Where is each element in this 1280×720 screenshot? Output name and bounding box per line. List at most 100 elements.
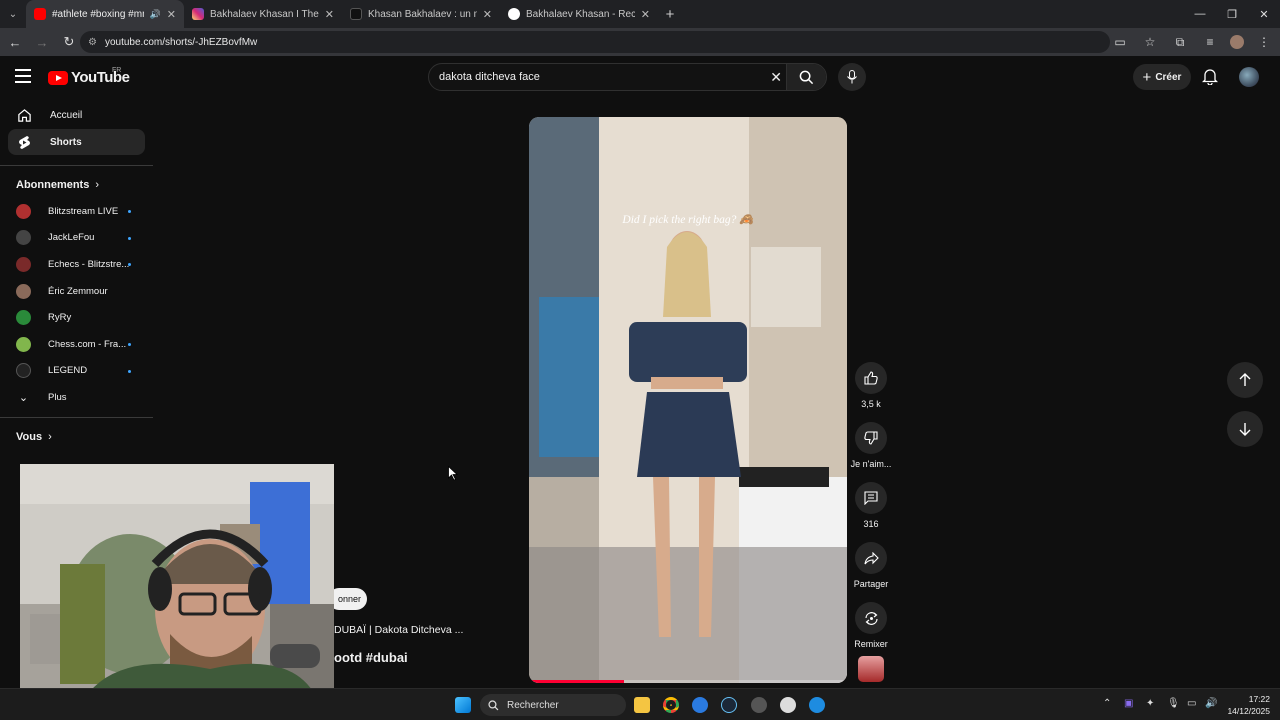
media-controls-icon[interactable]: ≡ <box>1200 32 1220 52</box>
like-button[interactable] <box>855 362 887 394</box>
window-controls: — ❐ ✕ <box>1184 0 1280 28</box>
you-header[interactable]: Vous › <box>0 424 153 450</box>
video-title[interactable]: DUBAÏ | Dakota Ditcheva ... <box>334 624 463 636</box>
video-progress-fill <box>529 680 625 683</box>
dislike-action: Je n'aim... <box>849 422 893 469</box>
arrow-down-icon <box>1239 423 1251 436</box>
url-field[interactable]: ⚙ youtube.com/shorts/-JhEZBovfMw <box>80 31 1110 53</box>
taskbar-search[interactable]: Rechercher <box>480 694 626 716</box>
search-box[interactable]: dakota ditcheva face ✕ <box>428 63 827 91</box>
previous-short-button[interactable] <box>1227 362 1263 398</box>
tray-app-icon[interactable]: ✦ <box>1146 698 1154 709</box>
app-icon[interactable] <box>692 697 708 713</box>
subscription-item[interactable]: Chess.com - Fra... <box>0 331 153 358</box>
steam-icon[interactable] <box>721 697 737 713</box>
tray-mic-icon[interactable]: 🎙 <box>1167 698 1180 709</box>
system-clock[interactable]: 17:22 14/12/2025 <box>1227 693 1270 717</box>
url-text: youtube.com/shorts/-JhEZBovfMw <box>104 36 258 48</box>
sidebar-divider <box>0 165 153 166</box>
channel-name: LEGEND <box>48 365 88 377</box>
video-progress-bar[interactable] <box>529 680 847 683</box>
browser-tab-1[interactable]: #athlete #boxing #mma #c 🔊 ✕ <box>26 0 184 28</box>
browser-tab-4[interactable]: Bakhalaev Khasan - Recherche G ✕ <box>500 0 658 28</box>
subscription-item[interactable]: Blitzstream LIVE <box>0 198 153 225</box>
extensions-icon[interactable]: ⧉ <box>1170 32 1190 52</box>
search-button[interactable] <box>786 64 826 90</box>
tray-volume-icon[interactable]: 🔊 <box>1205 698 1217 709</box>
search-icon <box>799 70 814 84</box>
google-favicon-icon <box>508 8 520 20</box>
show-more-button[interactable]: ⌄ Plus <box>0 384 153 411</box>
channel-name: Chess.com - Fra... <box>48 338 127 350</box>
app-icon[interactable] <box>809 697 825 713</box>
account-avatar[interactable] <box>1239 67 1259 87</box>
menu-icon[interactable] <box>15 69 31 83</box>
search-icon <box>488 699 499 710</box>
subscription-item[interactable]: JackLeFou <box>0 225 153 252</box>
clock-time: 17:22 <box>1248 694 1270 704</box>
channel-name: RyRy <box>48 312 72 324</box>
profile-avatar-icon[interactable] <box>1230 35 1244 49</box>
tab-close-icon[interactable]: ✕ <box>641 8 650 21</box>
next-short-button[interactable] <box>1227 411 1263 447</box>
voice-search-button[interactable] <box>838 63 866 91</box>
remix-button[interactable] <box>855 602 887 634</box>
cast-icon[interactable]: ▭ <box>1110 32 1130 52</box>
clock-date: 14/12/2025 <box>1227 706 1270 716</box>
forward-icon[interactable]: → <box>30 35 54 50</box>
browser-menu-icon[interactable]: ⋮ <box>1254 32 1274 52</box>
reload-icon[interactable]: ↻ <box>57 34 81 50</box>
tray-network-icon[interactable]: ▭ <box>1187 698 1196 709</box>
sidebar-item-shorts[interactable]: Shorts <box>8 129 145 155</box>
youtube-logo[interactable]: YouTube FR <box>48 67 130 86</box>
app-icon[interactable] <box>751 697 767 713</box>
shorts-video-player[interactable]: Did I pick the right bag? 🙈 <box>529 117 847 683</box>
tiktok-favicon-icon <box>350 8 362 20</box>
notifications-button[interactable] <box>1201 68 1219 90</box>
close-window-icon[interactable]: ✕ <box>1248 0 1280 28</box>
app-icon[interactable] <box>780 697 796 713</box>
shorts-icon <box>16 134 32 150</box>
like-action: 3,5 k <box>849 362 893 409</box>
restore-icon[interactable]: ❐ <box>1216 0 1248 28</box>
site-info-icon[interactable]: ⚙ <box>88 37 97 48</box>
create-label: Créer <box>1155 71 1182 83</box>
arrow-up-icon <box>1239 373 1251 386</box>
channel-avatar <box>16 230 31 246</box>
new-content-dot <box>128 369 131 373</box>
tab-close-icon[interactable]: ✕ <box>483 8 492 21</box>
mouse-cursor-icon <box>448 465 459 486</box>
clear-search-icon[interactable]: ✕ <box>770 69 782 86</box>
dislike-button[interactable] <box>855 422 887 454</box>
tab-search-icon[interactable]: ⌄ <box>0 0 26 28</box>
windows-start-icon[interactable] <box>455 697 471 713</box>
minimize-icon[interactable]: — <box>1184 0 1216 28</box>
create-button[interactable]: + Créer <box>1133 64 1191 90</box>
sidebar-item-home[interactable]: Accueil <box>8 102 145 128</box>
browser-tab-2[interactable]: Bakhalaev Khasan I The Ghost I ✕ <box>184 0 342 28</box>
tray-app-icon[interactable]: ▣ <box>1124 698 1133 709</box>
search-input[interactable]: dakota ditcheva face <box>439 71 540 83</box>
subscription-item[interactable]: RyRy <box>0 304 153 331</box>
video-frame-image <box>529 117 847 683</box>
subscriptions-header[interactable]: Abonnements › <box>0 172 153 198</box>
file-explorer-icon[interactable] <box>634 697 650 713</box>
video-hashtags[interactable]: ootd #dubai <box>334 650 408 665</box>
audio-playing-icon[interactable]: 🔊 <box>150 9 161 20</box>
plus-icon: + <box>1142 68 1152 86</box>
tray-chevron-icon[interactable]: ⌃ <box>1103 698 1111 709</box>
sound-thumbnail[interactable] <box>858 656 884 682</box>
new-tab-button[interactable]: + <box>658 6 682 23</box>
chrome-icon[interactable] <box>663 697 679 713</box>
comments-button[interactable] <box>855 482 887 514</box>
subscription-item[interactable]: Éric Zemmour <box>0 278 153 305</box>
share-button[interactable] <box>855 542 887 574</box>
tab-close-icon[interactable]: ✕ <box>167 8 176 21</box>
subscription-item[interactable]: Echecs - Blitzstre... <box>0 251 153 278</box>
bookmark-star-icon[interactable]: ☆ <box>1140 32 1160 52</box>
tab-close-icon[interactable]: ✕ <box>325 8 334 21</box>
browser-tab-3[interactable]: Khasan Bakhalaev : un moment ✕ <box>342 0 500 28</box>
subscription-item[interactable]: LEGEND <box>0 358 153 385</box>
back-icon[interactable]: ← <box>3 35 27 50</box>
browser-tab-bar: ⌄ #athlete #boxing #mma #c 🔊 ✕ Bakhalaev… <box>0 0 1280 28</box>
